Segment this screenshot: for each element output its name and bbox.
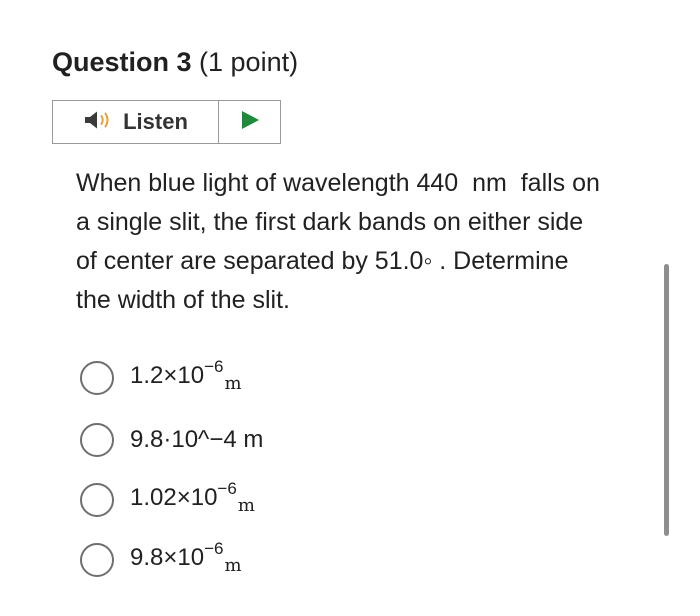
listen-button[interactable]: Listen (53, 101, 219, 143)
answer-option-1[interactable]: 1.2×10−6m (80, 358, 242, 398)
answer-option-label: 9.8×10−6m (130, 540, 242, 576)
vertical-scrollbar[interactable] (664, 264, 669, 536)
answer-option-label: 1.2×10−6m (130, 358, 242, 394)
option-exponent: −6 (204, 539, 224, 558)
play-button[interactable] (219, 101, 280, 143)
option-exponent: −6 (217, 479, 237, 498)
question-header: Question 3 (1 point) (52, 44, 298, 80)
answer-option-3[interactable]: 1.02×10−6m (80, 480, 255, 520)
answer-option-4[interactable]: 9.8×10−6m (80, 540, 242, 580)
question-text-line: the width of the slit. (76, 286, 291, 314)
option-unit: m (224, 373, 242, 394)
answer-option-label: 1.02×10−6m (130, 480, 255, 516)
play-icon (239, 109, 261, 136)
option-exponent: −6 (204, 357, 224, 376)
question-text: When blue light of wavelength 440 nm fal… (76, 164, 676, 320)
option-mantissa: 1.2×10 (130, 362, 205, 389)
radio-button[interactable] (80, 423, 114, 457)
question-text-line: of center are separated by 51.0◦ . Deter… (76, 247, 569, 275)
option-mantissa: 9.8×10 (130, 544, 205, 571)
radio-button[interactable] (80, 361, 114, 395)
answer-option-2[interactable]: 9.8·10^−4 m (80, 420, 263, 460)
radio-button[interactable] (80, 483, 114, 517)
speaker-icon (83, 108, 115, 137)
radio-button[interactable] (80, 543, 114, 577)
question-text-line: a single slit, the first dark bands on e… (76, 208, 584, 236)
listen-label: Listen (123, 109, 188, 134)
answer-option-label: 9.8·10^−4 m (130, 426, 264, 453)
option-unit: m (224, 555, 242, 576)
question-text-line: When blue light of wavelength 440 nm fal… (76, 169, 600, 197)
question-points: (1 point) (191, 47, 299, 77)
option-mantissa: 1.02×10 (130, 484, 218, 511)
question-title: Question 3 (52, 47, 192, 77)
listen-widget: Listen (52, 100, 281, 144)
option-unit: m (237, 495, 255, 516)
